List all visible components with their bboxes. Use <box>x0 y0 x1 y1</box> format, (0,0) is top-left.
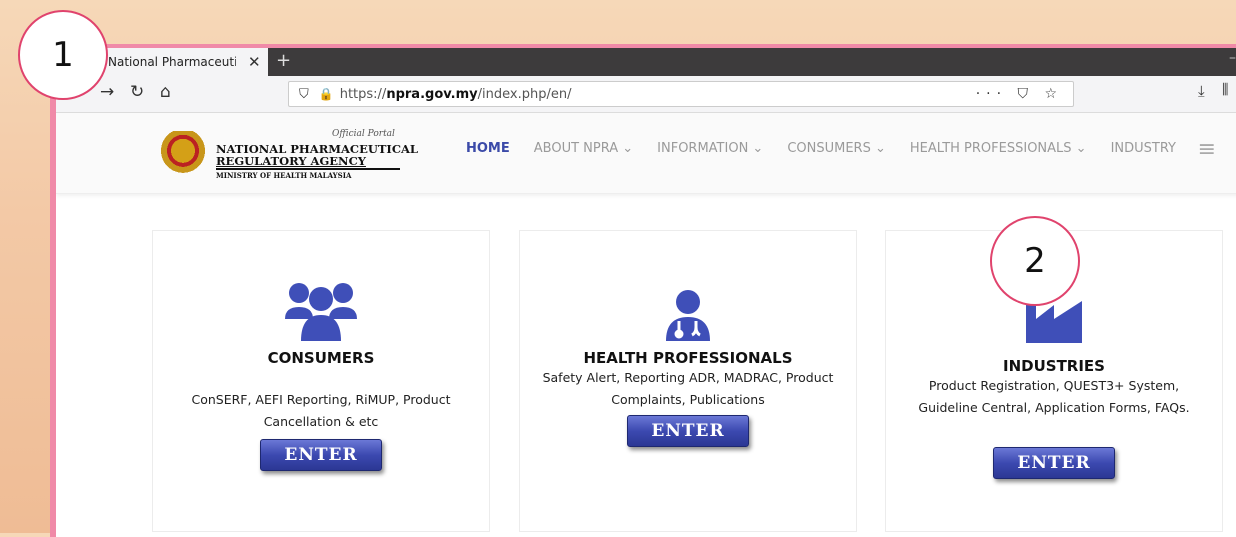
tab-bar: National Pharmaceutical Regulatory ✕ + – <box>56 48 1236 76</box>
logo-line-2: REGULATORY AGENCY <box>216 154 366 168</box>
logo-official: Official Portal <box>332 129 395 139</box>
tab-title: National Pharmaceutical Regulatory <box>108 55 236 69</box>
consumers-card: CONSUMERS ConSERF, AEFI Reporting, RiMUP… <box>152 230 490 532</box>
reload-icon[interactable]: ↻ <box>130 82 144 102</box>
coat-of-arms-icon <box>158 131 208 175</box>
card-description: Product Registration, QUEST3+ System, Gu… <box>918 378 1190 415</box>
menu-item-consumers[interactable]: CONSUMERS ⌄ <box>787 141 886 156</box>
menu-item-industry[interactable]: INDUSTRY <box>1111 141 1176 156</box>
card-title: HEALTH PROFESSIONALS <box>583 349 793 367</box>
url-text: https://npra.gov.my/index.php/en/ <box>339 86 572 102</box>
enter-button[interactable]: ENTER <box>260 439 382 471</box>
card-title: INDUSTRIES <box>1003 357 1105 375</box>
logo-line-3: MINISTRY OF HEALTH MALAYSIA <box>216 171 352 180</box>
page-actions[interactable]: ··· ⛉ ☆ <box>976 86 1063 102</box>
home-icon[interactable]: ⌂ <box>160 82 171 102</box>
card-title: CONSUMERS <box>267 349 375 367</box>
menu-item-information[interactable]: INFORMATION ⌄ <box>657 141 763 156</box>
site-logo[interactable]: Official Portal NATIONAL PHARMACEUTICAL … <box>152 123 418 183</box>
library-icon[interactable]: ⫼ <box>1222 82 1228 98</box>
doctor-icon <box>666 290 710 341</box>
forward-icon[interactable]: → <box>100 82 114 102</box>
close-tab-icon[interactable]: ✕ <box>248 53 261 71</box>
shield-icon[interactable]: ⛉ <box>299 87 309 102</box>
health-professionals-card: HEALTH PROFESSIONALS Safety Alert, Repor… <box>519 230 857 532</box>
url-bar[interactable]: ⛉ 🔒 https://npra.gov.my/index.php/en/ ··… <box>288 81 1074 107</box>
main-menu: HOME ABOUT NPRA ⌄ INFORMATION ⌄ CONSUMER… <box>466 141 1200 156</box>
menu-item-about[interactable]: ABOUT NPRA ⌄ <box>534 141 633 156</box>
minimize-icon[interactable]: – <box>1229 50 1236 66</box>
users-group-icon <box>285 283 357 341</box>
site-header: Official Portal NATIONAL PHARMACEUTICAL … <box>56 113 1236 194</box>
card-description: Safety Alert, Reporting ADR, MADRAC, Pro… <box>542 370 834 407</box>
download-icon[interactable]: ⤓ <box>1198 82 1205 100</box>
card-description: ConSERF, AEFI Reporting, RiMUP, Product … <box>191 392 451 429</box>
hamburger-icon[interactable]: ≡ <box>1198 137 1216 162</box>
annotation-badge-1: 1 <box>18 10 108 100</box>
menu-item-home[interactable]: HOME <box>466 141 510 156</box>
logo-rule <box>216 168 400 170</box>
navigation-bar: ← → ↻ ⌂ ⛉ 🔒 https://npra.gov.my/index.ph… <box>56 76 1236 113</box>
new-tab-button[interactable]: + <box>276 50 291 71</box>
annotation-badge-2: 2 <box>990 216 1080 306</box>
lock-icon[interactable]: 🔒 <box>319 87 334 101</box>
menu-item-health-professionals[interactable]: HEALTH PROFESSIONALS ⌄ <box>910 141 1087 156</box>
enter-button[interactable]: ENTER <box>627 415 749 447</box>
enter-button[interactable]: ENTER <box>993 447 1115 479</box>
